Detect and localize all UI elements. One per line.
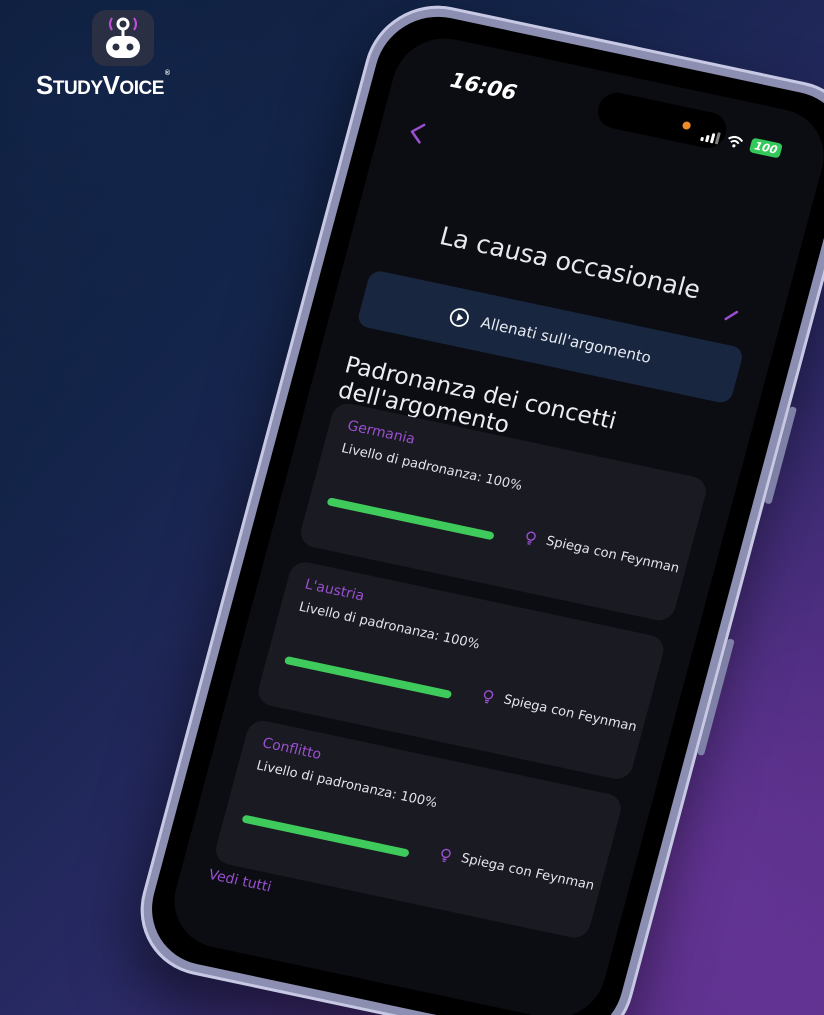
lightbulb-icon: [526, 531, 536, 545]
play-icon: [450, 308, 470, 327]
mastery-progress-bar: [283, 655, 453, 699]
mastery-level-text: Livello di padronanza: 100%: [254, 758, 439, 812]
lightbulb-icon: [441, 848, 451, 862]
studyvoice-logo: STUDYVOICE®: [36, 10, 196, 100]
feynman-button[interactable]: Spiega con Feynman: [438, 846, 596, 894]
lightbulb-icon: [483, 689, 494, 704]
mastery-progress-fill: [241, 814, 410, 858]
mastery-progress-bar: [241, 814, 410, 858]
mastery-level-text: Livello di padronanza: 100%: [339, 441, 524, 494]
feynman-button[interactable]: Spiega con Feynman: [523, 529, 681, 576]
back-arrow-icon[interactable]: [405, 120, 428, 145]
status-icons: 100: [700, 127, 783, 159]
battery-badge: 100: [748, 137, 783, 159]
signal-icon: [700, 129, 721, 144]
concept-name: L'austria: [303, 576, 367, 605]
mastery-progress-fill: [326, 497, 495, 541]
feynman-button[interactable]: Spiega con Feynman: [480, 688, 638, 735]
concept-name: Conflitto: [260, 735, 323, 764]
robot-logo-icon: [92, 10, 154, 66]
edit-icon[interactable]: [723, 307, 740, 323]
wifi-icon: [728, 135, 744, 147]
mastery-progress-fill: [283, 655, 453, 699]
status-time: 16:06: [447, 67, 520, 106]
logo-wordmark: STUDYVOICE®: [36, 70, 170, 100]
mastery-progress-bar: [326, 497, 495, 541]
feynman-label: Spiega con Feynman: [459, 850, 596, 894]
train-button-label: Allenati sull'argomento: [478, 313, 654, 367]
camera-indicator: [681, 120, 692, 131]
mastery-level-text: Livello di padronanza: 100%: [297, 599, 482, 653]
feynman-label: Spiega con Feynman: [544, 533, 681, 577]
feynman-label: Spiega con Feynman: [501, 692, 639, 736]
